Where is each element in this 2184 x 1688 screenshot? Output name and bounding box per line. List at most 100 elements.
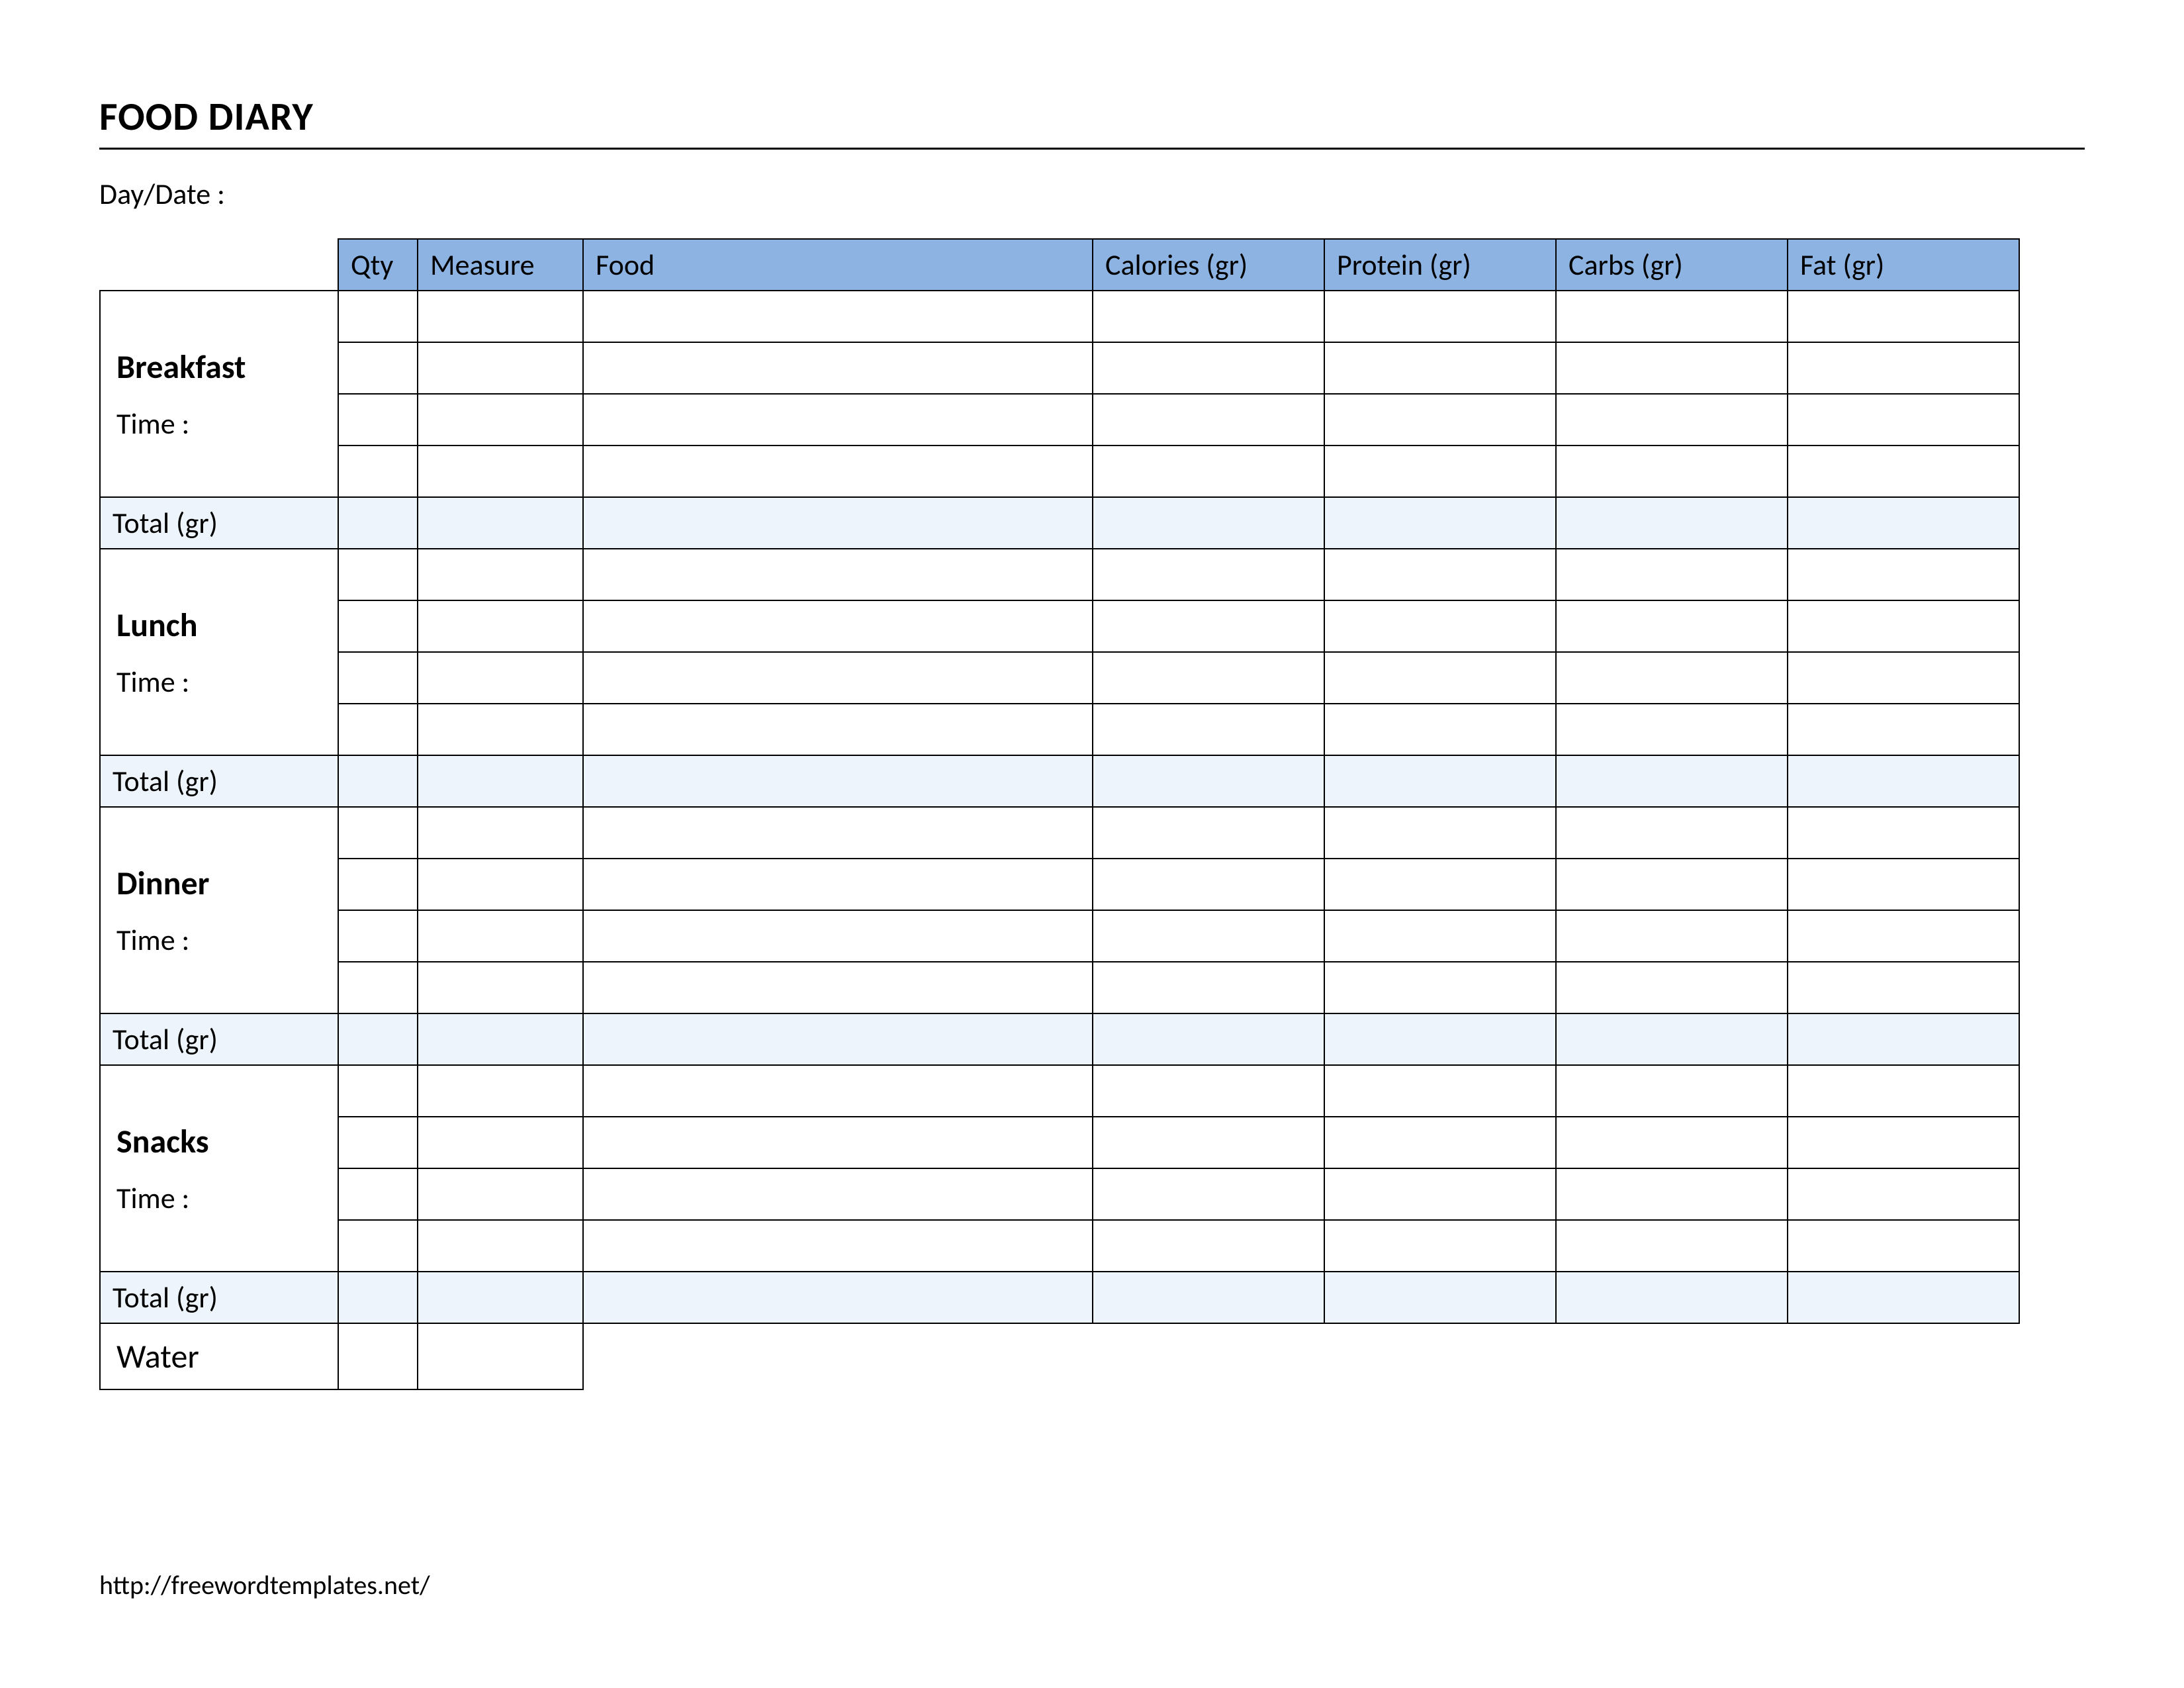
cell[interactable] bbox=[418, 600, 583, 652]
cell[interactable] bbox=[1788, 1117, 2019, 1168]
cell[interactable] bbox=[1556, 962, 1788, 1013]
cell[interactable] bbox=[583, 497, 1093, 549]
cell[interactable] bbox=[418, 497, 583, 549]
cell[interactable] bbox=[1556, 497, 1788, 549]
cell[interactable] bbox=[1556, 1065, 1788, 1117]
cell[interactable] bbox=[1556, 1272, 1788, 1323]
cell[interactable] bbox=[338, 1220, 418, 1272]
cell[interactable] bbox=[1324, 497, 1556, 549]
cell[interactable] bbox=[583, 962, 1093, 1013]
cell[interactable] bbox=[1556, 549, 1788, 600]
cell[interactable] bbox=[338, 859, 418, 910]
cell[interactable] bbox=[1556, 342, 1788, 394]
cell[interactable] bbox=[1093, 1272, 1324, 1323]
cell[interactable] bbox=[1093, 859, 1324, 910]
cell[interactable] bbox=[583, 910, 1093, 962]
cell[interactable] bbox=[1556, 859, 1788, 910]
cell[interactable] bbox=[1093, 1220, 1324, 1272]
cell[interactable] bbox=[583, 600, 1093, 652]
cell[interactable] bbox=[418, 1013, 583, 1065]
cell[interactable] bbox=[583, 1220, 1093, 1272]
cell[interactable] bbox=[418, 1117, 583, 1168]
cell[interactable] bbox=[1093, 445, 1324, 497]
cell[interactable] bbox=[1788, 807, 2019, 859]
cell[interactable] bbox=[1093, 600, 1324, 652]
cell[interactable] bbox=[583, 394, 1093, 445]
cell[interactable] bbox=[1324, 394, 1556, 445]
cell[interactable] bbox=[1324, 859, 1556, 910]
cell[interactable] bbox=[1788, 1065, 2019, 1117]
cell[interactable] bbox=[583, 1168, 1093, 1220]
cell[interactable] bbox=[1093, 1168, 1324, 1220]
cell[interactable] bbox=[1324, 1117, 1556, 1168]
cell[interactable] bbox=[1324, 910, 1556, 962]
cell[interactable] bbox=[583, 1065, 1093, 1117]
cell[interactable] bbox=[338, 600, 418, 652]
cell[interactable] bbox=[338, 1168, 418, 1220]
cell[interactable] bbox=[583, 1117, 1093, 1168]
cell[interactable] bbox=[1556, 1168, 1788, 1220]
cell[interactable] bbox=[338, 1272, 418, 1323]
cell[interactable] bbox=[1324, 342, 1556, 394]
cell[interactable] bbox=[1556, 1117, 1788, 1168]
water-qty-cell[interactable] bbox=[338, 1323, 418, 1389]
cell[interactable] bbox=[338, 394, 418, 445]
cell[interactable] bbox=[1324, 704, 1556, 755]
cell[interactable] bbox=[338, 807, 418, 859]
cell[interactable] bbox=[1324, 1065, 1556, 1117]
cell[interactable] bbox=[1788, 445, 2019, 497]
cell[interactable] bbox=[1556, 394, 1788, 445]
cell[interactable] bbox=[418, 755, 583, 807]
cell[interactable] bbox=[1093, 807, 1324, 859]
cell[interactable] bbox=[418, 910, 583, 962]
cell[interactable] bbox=[1556, 652, 1788, 704]
cell[interactable] bbox=[1093, 549, 1324, 600]
cell[interactable] bbox=[338, 342, 418, 394]
cell[interactable] bbox=[583, 859, 1093, 910]
cell[interactable] bbox=[418, 807, 583, 859]
cell[interactable] bbox=[1556, 1220, 1788, 1272]
cell[interactable] bbox=[418, 1272, 583, 1323]
cell[interactable] bbox=[583, 1272, 1093, 1323]
cell[interactable] bbox=[1324, 962, 1556, 1013]
cell[interactable] bbox=[1788, 1013, 2019, 1065]
cell[interactable] bbox=[1556, 600, 1788, 652]
cell[interactable] bbox=[418, 1168, 583, 1220]
cell[interactable] bbox=[1788, 962, 2019, 1013]
cell[interactable] bbox=[1093, 910, 1324, 962]
cell[interactable] bbox=[1788, 549, 2019, 600]
cell[interactable] bbox=[1093, 704, 1324, 755]
cell[interactable] bbox=[1556, 704, 1788, 755]
cell[interactable] bbox=[1093, 755, 1324, 807]
cell[interactable] bbox=[1093, 1117, 1324, 1168]
cell[interactable] bbox=[1324, 755, 1556, 807]
cell[interactable] bbox=[1324, 1220, 1556, 1272]
cell[interactable] bbox=[1788, 755, 2019, 807]
cell[interactable] bbox=[418, 342, 583, 394]
cell[interactable] bbox=[338, 910, 418, 962]
cell[interactable] bbox=[1788, 910, 2019, 962]
cell[interactable] bbox=[1556, 1013, 1788, 1065]
cell[interactable] bbox=[1788, 342, 2019, 394]
cell[interactable] bbox=[1324, 1013, 1556, 1065]
cell[interactable] bbox=[1556, 755, 1788, 807]
cell[interactable] bbox=[1093, 1013, 1324, 1065]
cell[interactable] bbox=[418, 291, 583, 342]
cell[interactable] bbox=[1788, 497, 2019, 549]
cell[interactable] bbox=[583, 704, 1093, 755]
cell[interactable] bbox=[583, 755, 1093, 807]
cell[interactable] bbox=[338, 1117, 418, 1168]
cell[interactable] bbox=[418, 704, 583, 755]
cell[interactable] bbox=[338, 445, 418, 497]
cell[interactable] bbox=[1788, 1168, 2019, 1220]
cell[interactable] bbox=[418, 652, 583, 704]
cell[interactable] bbox=[1556, 445, 1788, 497]
cell[interactable] bbox=[1324, 1272, 1556, 1323]
cell[interactable] bbox=[583, 807, 1093, 859]
cell[interactable] bbox=[1788, 1220, 2019, 1272]
cell[interactable] bbox=[1324, 652, 1556, 704]
cell[interactable] bbox=[338, 704, 418, 755]
cell[interactable] bbox=[338, 497, 418, 549]
cell[interactable] bbox=[1788, 600, 2019, 652]
cell[interactable] bbox=[1788, 1272, 2019, 1323]
